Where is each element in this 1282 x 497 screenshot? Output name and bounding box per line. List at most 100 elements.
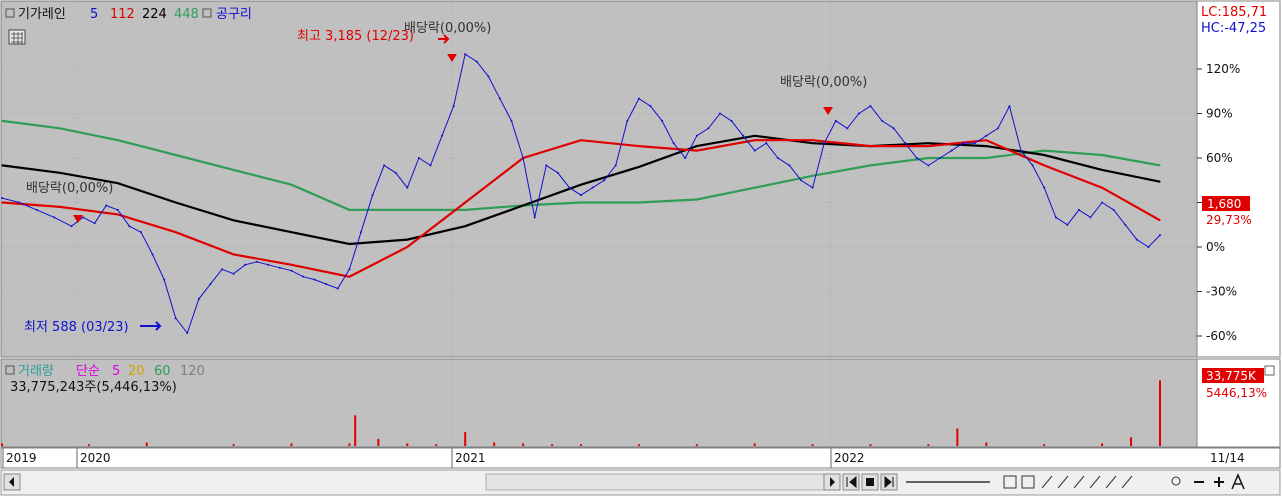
series-point-1 [406, 246, 408, 248]
series-point-0 [753, 149, 756, 152]
series-point-0 [325, 283, 328, 286]
series-point-0 [950, 149, 953, 152]
series-point-1 [696, 149, 698, 152]
series-point-0 [371, 194, 374, 197]
series-point-0 [498, 97, 501, 100]
series-point-0 [545, 164, 548, 167]
series-point-2 [233, 219, 235, 221]
legend-ma5[interactable]: 5 [90, 7, 98, 22]
legend-overlay[interactable]: 공구리 [216, 7, 252, 22]
series-point-0 [603, 179, 606, 182]
series-point-2 [117, 182, 119, 184]
volume-panel-close-icon[interactable] [1264, 365, 1275, 376]
series-point-0 [452, 105, 455, 108]
volume-badge-pct: 5446,13% [1206, 386, 1267, 400]
series-point-1 [638, 145, 640, 147]
volume-bar [551, 444, 554, 446]
series-point-2 [754, 135, 756, 137]
series-point-0 [93, 222, 96, 225]
series-point-0 [105, 204, 108, 207]
series-point-0 [186, 332, 189, 335]
legend-ma224[interactable]: 224 [142, 7, 167, 22]
series-point-0 [973, 142, 976, 145]
series-point-3 [59, 127, 61, 129]
series-point-0 [1043, 186, 1046, 189]
series-point-0 [869, 105, 872, 108]
series-point-0 [823, 142, 826, 145]
annotation-dividend-3: 배당락(0,00%) [26, 181, 113, 196]
volume-legend-label[interactable]: 거래량 [18, 364, 54, 379]
volume-ma-label[interactable]: 단순 [76, 364, 100, 379]
series-point-1 [117, 213, 119, 215]
series-point-0 [336, 287, 339, 290]
volume-bar [811, 444, 814, 446]
series-point-3 [754, 187, 756, 189]
volume-ma60[interactable]: 60 [154, 364, 171, 379]
y-tick-label: 120% [1206, 62, 1240, 76]
series-point-2 [580, 184, 582, 186]
series-point-0 [1135, 238, 1138, 241]
y-tick-label: 60% [1206, 151, 1233, 165]
series-point-3 [812, 175, 814, 177]
volume-bar [1101, 443, 1104, 446]
series-point-0 [637, 97, 640, 100]
volume-ma20[interactable]: 20 [128, 364, 145, 379]
price-badge-pct: 29,73% [1206, 213, 1252, 227]
scrollbar-thumb[interactable] [485, 473, 825, 491]
series-point-3 [175, 154, 177, 156]
series-point-3 [1043, 149, 1045, 152]
series-point-2 [638, 166, 640, 168]
series-point-0 [684, 157, 687, 159]
series-point-0 [35, 208, 38, 211]
series-point-3 [985, 157, 987, 159]
volume-bar [1159, 380, 1161, 446]
series-point-0 [1031, 164, 1034, 167]
series-point-1 [754, 139, 756, 141]
series-point-0 [116, 208, 119, 211]
series-point-1 [348, 276, 350, 278]
series-point-0 [938, 157, 941, 159]
series-point-0 [765, 142, 768, 145]
series-point-0 [1077, 208, 1080, 211]
year-2020: 2020 [80, 451, 111, 465]
volume-bar [1043, 444, 1046, 446]
series-point-0 [846, 127, 849, 130]
series-point-0 [857, 112, 860, 115]
annotation-low: 최저 588 (03/23) [24, 320, 129, 335]
series-point-0 [591, 186, 594, 189]
series-point-0 [406, 186, 409, 189]
y-tick-label: 90% [1206, 107, 1233, 121]
series-point-0 [197, 297, 200, 300]
legend-ma448[interactable]: 448 [174, 7, 199, 22]
series-point-2 [464, 225, 466, 227]
volume-bar [522, 443, 525, 446]
series-point-2 [927, 142, 930, 144]
volume-bar [464, 432, 467, 446]
legend-stock-name[interactable]: 기가레인 [18, 7, 66, 22]
series-point-0 [626, 119, 629, 122]
series-point-3 [1, 120, 3, 122]
series-point-1 [580, 139, 582, 141]
series-point-0 [614, 164, 617, 167]
series-point-0 [429, 164, 432, 167]
volume-bar [1, 443, 3, 446]
hc-label: HC:-47,25 [1201, 21, 1266, 36]
year-2022: 2022 [834, 451, 865, 465]
volume-bar [956, 428, 959, 446]
volume-ma120[interactable]: 120 [180, 364, 205, 379]
series-point-0 [70, 225, 73, 228]
legend-ma112[interactable]: 112 [110, 7, 135, 22]
stop-icon [866, 478, 874, 486]
series-point-0 [313, 278, 316, 281]
series-point-2 [290, 231, 293, 233]
stock-chart: 120%90%60%30%0%-30%-60% 기가레인 5 112 224 4… [0, 0, 1281, 496]
series-point-3 [927, 157, 930, 159]
volume-bar [145, 442, 148, 446]
series-point-1 [1101, 187, 1103, 189]
volume-ma5[interactable]: 5 [112, 364, 120, 379]
series-point-0 [1159, 234, 1161, 237]
volume-bar [1130, 437, 1133, 446]
volume-bar [695, 444, 698, 446]
last-date: 11/14 [1210, 451, 1245, 465]
lc-label: LC:185,71 [1201, 5, 1267, 20]
